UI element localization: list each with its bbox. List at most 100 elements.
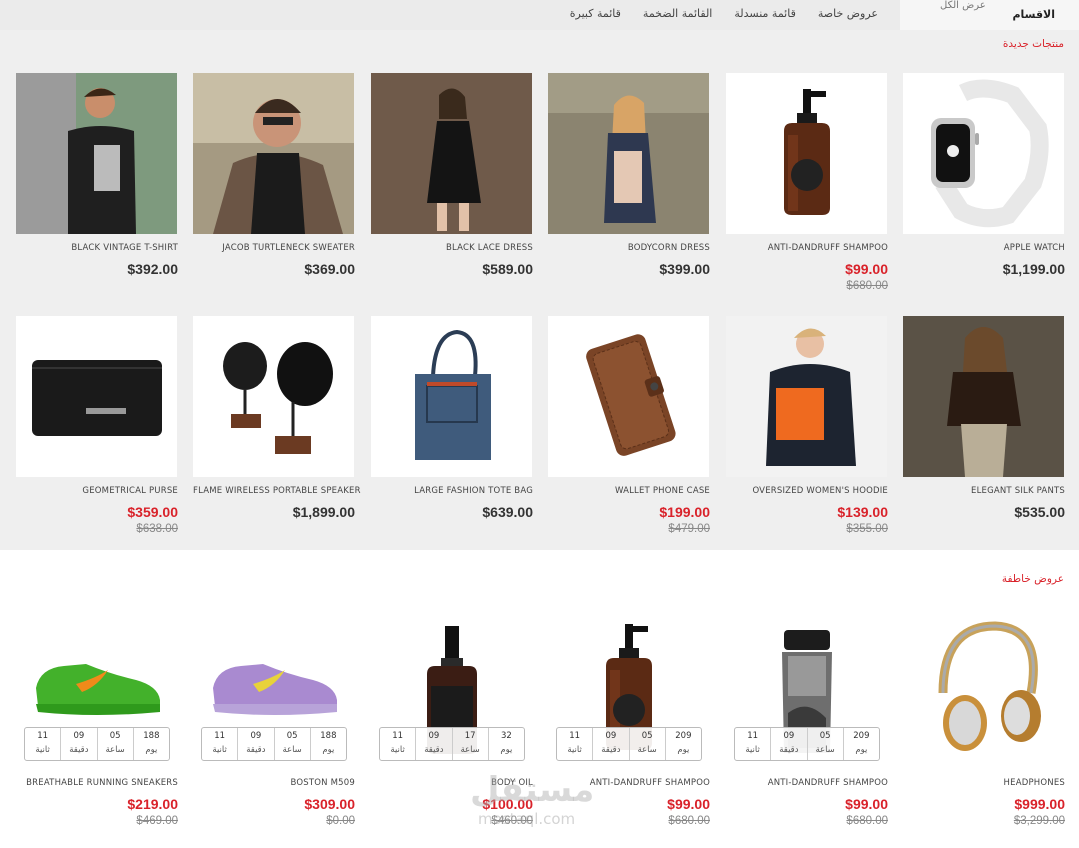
product-name[interactable]: ANTI-DANDRUFF SHAMPOO [726, 243, 888, 253]
countdown-hours-value: 17 [464, 731, 476, 741]
product-price: $1,899.00 [292, 504, 355, 520]
apple-watch-image[interactable] [903, 73, 1064, 234]
product-name[interactable]: BREATHABLE RUNNING SNEAKERS [16, 778, 178, 788]
product-card[interactable]: ELEGANT SILK PANTS $535.00 [903, 316, 1065, 520]
product-name[interactable]: OVERSIZED WOMEN'S HOODIE [726, 486, 888, 496]
flash-deals-title: عروض خاطفة [1001, 573, 1064, 585]
product-card[interactable]: FLAME WIRELESS PORTABLE SPEAKER $1,899.00 [193, 316, 360, 520]
countdown-timer: 188 يوم 05 ساعة 09 دقيقة 11 ثانية [201, 727, 347, 761]
countdown-minutes-value: 09 [605, 731, 617, 741]
shampoo-bottle-image[interactable] [726, 73, 887, 234]
product-card[interactable]: JACOB TURTLENECK SWEATER $369.00 [193, 73, 355, 277]
countdown-minutes-label: دقيقة [779, 745, 799, 755]
countdown-days-label: يوم [855, 745, 868, 755]
nav-link-large-menu[interactable]: قائمة كبيرة [570, 7, 621, 20]
countdown-minutes-value: 09 [783, 731, 795, 741]
model-black-dress-image[interactable] [371, 73, 532, 234]
countdown-minutes: 09 دقيقة [237, 728, 273, 760]
countdown-hours-label: ساعة [105, 745, 125, 755]
countdown-hours: 05 ساعة [273, 728, 310, 760]
countdown-minutes: 09 دقيقة [770, 728, 806, 760]
nav-link-mega-menu[interactable]: القائمة الضخمة [643, 7, 712, 20]
watermark-logo: مستقل [470, 770, 595, 810]
countdown-seconds-value: 11 [392, 731, 404, 741]
shampoo-grey-image[interactable]: 209 يوم 05 ساعة 09 دقيقة 11 ثانية [726, 608, 887, 769]
model-jacket-image[interactable] [903, 316, 1064, 477]
product-name[interactable]: JACOB TURTLENECK SWEATER [193, 243, 355, 253]
model-tshirt-image[interactable] [16, 73, 177, 234]
nav-links: عروض خاصة قائمة منسدلة القائمة الضخمة قا… [570, 7, 878, 20]
product-old-price: $469.00 [136, 815, 178, 827]
countdown-seconds-label: ثانية [35, 745, 50, 755]
product-card[interactable]: 188 يوم 05 ساعة 09 دقيقة 11 ثانية BREATHABLE RUN… [16, 608, 178, 827]
product-price: $392.00 [127, 261, 178, 277]
countdown-hours-value: 05 [286, 731, 298, 741]
tote-bag-image[interactable] [371, 316, 532, 477]
product-card[interactable]: BLACK VINTAGE T-SHIRT $392.00 [16, 73, 178, 277]
gramophone-speaker-image[interactable] [193, 316, 354, 477]
product-card[interactable]: HEADPHONES $999.00 $3,299.00 [903, 608, 1065, 827]
product-name[interactable]: GEOMETRICAL PURSE [16, 486, 178, 496]
categories-title[interactable]: الاقسام [1012, 8, 1055, 21]
countdown-days-value: 209 [853, 731, 870, 741]
product-old-price: $680.00 [846, 815, 888, 827]
product-card[interactable]: APPLE WATCH $1,199.00 [903, 73, 1065, 277]
countdown-hours-value: 05 [109, 731, 121, 741]
green-sneaker-image[interactable]: 188 يوم 05 ساعة 09 دقيقة 11 ثانية [16, 608, 177, 769]
product-name[interactable]: BLACK VINTAGE T-SHIRT [16, 243, 178, 253]
countdown-days-value: 188 [143, 731, 160, 741]
countdown-minutes-value: 09 [428, 731, 440, 741]
product-name[interactable]: APPLE WATCH [903, 243, 1065, 253]
product-name[interactable]: WALLET PHONE CASE [548, 486, 710, 496]
shampoo-bottle-image[interactable]: 209 يوم 05 ساعة 09 دقيقة 11 ثانية [548, 608, 709, 769]
countdown-timer: 209 يوم 05 ساعة 09 دقيقة 11 ثانية [734, 727, 880, 761]
countdown-days: 209 يوم [664, 728, 701, 760]
product-card[interactable]: 188 يوم 05 ساعة 09 دقيقة 11 ثانية BOSTON M509 $30… [193, 608, 355, 827]
countdown-days-label: يوم [322, 745, 335, 755]
view-all-link[interactable]: عرض الكل [940, 0, 986, 11]
new-products-title: منتجات جديدة [1002, 38, 1064, 50]
product-name[interactable]: ELEGANT SILK PANTS [903, 486, 1065, 496]
product-card[interactable]: GEOMETRICAL PURSE $359.00 $638.00 [16, 316, 178, 535]
countdown-hours: 05 ساعة [806, 728, 843, 760]
product-card[interactable]: WALLET PHONE CASE $199.00 $479.00 [548, 316, 710, 535]
countdown-seconds-label: ثانية [745, 745, 760, 755]
product-card[interactable]: OVERSIZED WOMEN'S HOODIE $139.00 $355.00 [726, 316, 888, 535]
countdown-hours-label: ساعة [460, 745, 480, 755]
countdown-timer: 188 يوم 05 ساعة 09 دقيقة 11 ثانية [24, 727, 170, 761]
product-card[interactable]: ANTI-DANDRUFF SHAMPOO $99.00 $680.00 [726, 73, 888, 292]
product-price: $999.00 [1014, 796, 1065, 812]
categories-box[interactable]: عرض الكل الاقسام [900, 0, 1079, 30]
product-card[interactable]: BODYCORN DRESS $399.00 [548, 73, 710, 277]
nav-link-special-offers[interactable]: عروض خاصة [818, 7, 878, 20]
countdown-days-value: 32 [500, 731, 512, 741]
product-name[interactable]: BLACK LACE DRESS [371, 243, 533, 253]
countdown-minutes-value: 09 [73, 731, 85, 741]
product-card[interactable]: 209 يوم 05 ساعة 09 دقيقة 11 ثانية ANTI-DANDRUFF … [726, 608, 888, 827]
cosmetic-bottle-image[interactable]: 32 يوم 17 ساعة 09 دقيقة 11 ثانية [371, 608, 532, 769]
product-name[interactable]: LARGE FASHION TOTE BAG [371, 486, 533, 496]
countdown-minutes-label: دقيقة [69, 745, 89, 755]
model-dress-image[interactable] [548, 73, 709, 234]
headphones-image[interactable] [903, 608, 1064, 769]
product-price: $99.00 [845, 796, 888, 812]
model-hoodie-image[interactable] [726, 316, 887, 477]
countdown-seconds: 11 ثانية [735, 728, 770, 760]
product-name[interactable]: BOSTON M509 [193, 778, 355, 788]
product-card[interactable]: BLACK LACE DRESS $589.00 [371, 73, 533, 277]
product-price: $99.00 [845, 261, 888, 277]
countdown-hours: 05 ساعة [628, 728, 665, 760]
phone-case-image[interactable] [548, 316, 709, 477]
product-card[interactable]: LARGE FASHION TOTE BAG $639.00 [371, 316, 533, 520]
nav-link-dropdown-menu[interactable]: قائمة منسدلة [734, 7, 795, 20]
countdown-minutes: 09 دقيقة [415, 728, 451, 760]
purple-sneaker-image[interactable]: 188 يوم 05 ساعة 09 دقيقة 11 ثانية [193, 608, 354, 769]
countdown-minutes-label: دقيقة [601, 745, 621, 755]
product-name[interactable]: BODYCORN DRESS [548, 243, 710, 253]
product-name[interactable]: FLAME WIRELESS PORTABLE SPEAKER [193, 486, 360, 496]
product-name[interactable]: ANTI-DANDRUFF SHAMPOO [726, 778, 888, 788]
product-name[interactable]: HEADPHONES [903, 778, 1065, 788]
purse-image[interactable] [16, 316, 177, 477]
model-sweater-image[interactable] [193, 73, 354, 234]
countdown-hours-label: ساعة [815, 745, 835, 755]
